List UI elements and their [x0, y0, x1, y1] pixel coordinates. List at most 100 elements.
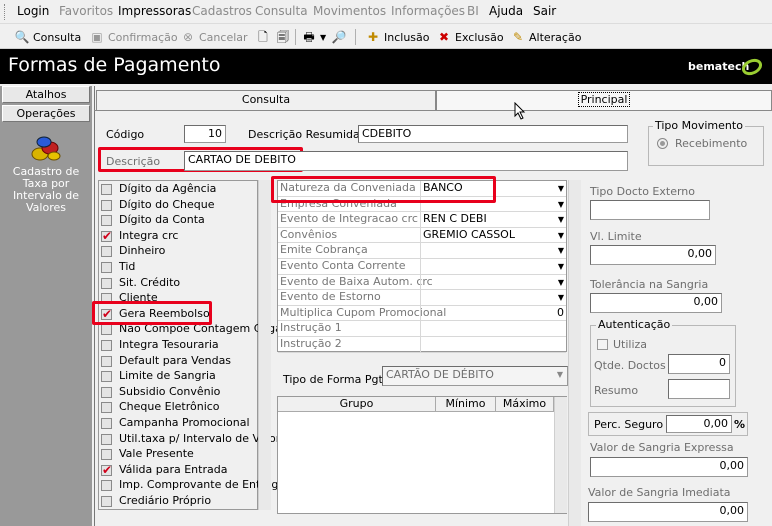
- exclusao-button[interactable]: ✖ Exclusão: [436, 28, 504, 46]
- property-row[interactable]: Instrução 2: [278, 337, 566, 353]
- chevron-down-icon[interactable]: ▼: [558, 262, 564, 271]
- sangria-expressa-input[interactable]: 0,00: [590, 457, 748, 477]
- chevron-down-icon[interactable]: ▼: [558, 231, 564, 240]
- qtde-doctos-input[interactable]: 0: [668, 354, 730, 374]
- chevron-down-icon[interactable]: ▼: [558, 278, 564, 287]
- checklist-item[interactable]: Sit. Crédito: [101, 276, 259, 291]
- vl-limite-input[interactable]: 0,00: [590, 245, 716, 265]
- new-document-button[interactable]: 🗋: [255, 28, 274, 46]
- codigo-input[interactable]: 10: [184, 125, 226, 143]
- checklist-item[interactable]: Integra crc: [101, 229, 259, 244]
- cancelar-button[interactable]: ⊗ Cancelar: [180, 28, 248, 46]
- property-value[interactable]: ▼: [420, 259, 566, 274]
- chevron-down-icon[interactable]: ▼: [558, 246, 564, 255]
- menu-movimentos[interactable]: Movimentos: [313, 4, 386, 18]
- alteracao-button[interactable]: ✎ Alteração: [510, 28, 581, 46]
- perc-seguro-input[interactable]: 0,00: [666, 415, 732, 433]
- checklist-item[interactable]: Default para Vendas: [101, 354, 259, 369]
- preview-button[interactable]: 🗐: [275, 28, 294, 46]
- tolerancia-input[interactable]: 0,00: [590, 293, 722, 313]
- table-header-minimo[interactable]: Mínimo: [436, 397, 496, 412]
- menu-ajuda[interactable]: Ajuda: [489, 4, 523, 18]
- sangria-imediata-input[interactable]: 0,00: [588, 502, 748, 522]
- search-list-button[interactable]: 🔎: [331, 28, 350, 46]
- checklist-item[interactable]: Dígito da Conta: [101, 213, 259, 228]
- table-header-grupo[interactable]: Grupo: [278, 397, 436, 412]
- property-row[interactable]: Evento de Estorno ▼: [278, 290, 566, 306]
- checkbox[interactable]: [101, 386, 112, 398]
- menu-informacoes[interactable]: Informações: [391, 4, 465, 18]
- checkbox[interactable]: [101, 229, 112, 243]
- checkbox[interactable]: [101, 449, 112, 461]
- property-value[interactable]: 0: [420, 305, 566, 321]
- property-value[interactable]: ▼: [420, 274, 566, 290]
- checkbox[interactable]: [101, 199, 112, 211]
- checkbox[interactable]: [101, 262, 112, 273]
- menu-sair[interactable]: Sair: [533, 4, 556, 18]
- checkbox[interactable]: [101, 340, 112, 351]
- checklist-item[interactable]: Dígito do Cheque: [101, 198, 259, 213]
- tipo-docto-input[interactable]: [590, 200, 710, 220]
- resumo-input[interactable]: [668, 379, 730, 399]
- checkbox[interactable]: [101, 371, 112, 383]
- checkbox[interactable]: [101, 324, 112, 336]
- table-scrollbar[interactable]: [554, 397, 567, 513]
- checklist-item[interactable]: Válida para Entrada: [101, 463, 259, 478]
- chevron-down-icon[interactable]: ▼: [558, 293, 564, 302]
- chevron-down-icon[interactable]: ▼: [558, 184, 564, 193]
- checkbox[interactable]: [101, 463, 112, 477]
- property-row[interactable]: Evento Conta Corrente ▼: [278, 259, 566, 275]
- descricao-input[interactable]: CARTAO DE DEBITO: [184, 151, 628, 171]
- checkbox[interactable]: [101, 418, 112, 429]
- property-value[interactable]: [420, 321, 566, 337]
- checkbox[interactable]: [101, 496, 112, 507]
- form-scrollbar[interactable]: [568, 180, 581, 526]
- checklist-item[interactable]: Tid: [101, 260, 259, 275]
- menu-consulta[interactable]: Consulta: [255, 4, 308, 18]
- property-row[interactable]: Emite Cobrança ▼: [278, 243, 566, 259]
- property-row[interactable]: Instrução 1: [278, 321, 566, 337]
- property-row[interactable]: Multiplica Cupom Promocional 0: [278, 305, 566, 322]
- checkbox[interactable]: [101, 402, 112, 414]
- checkbox[interactable]: [101, 246, 112, 258]
- tipo-forma-select[interactable]: CARTÃO DE DÉBITO ▼: [382, 366, 568, 386]
- checkbox[interactable]: [101, 215, 112, 227]
- property-value[interactable]: ▼: [420, 243, 566, 259]
- menu-login[interactable]: Login: [17, 4, 49, 18]
- consulta-button[interactable]: 🔍 Consulta: [14, 28, 82, 46]
- inclusao-button[interactable]: ✚ Inclusão: [365, 28, 430, 46]
- property-row[interactable]: Convênios GREMIO CASSOL ▼: [278, 227, 566, 244]
- menu-favoritos[interactable]: Favoritos: [59, 4, 113, 18]
- print-button[interactable]: 🖶 ▼: [301, 28, 326, 46]
- property-value[interactable]: [420, 337, 566, 352]
- checklist-scrollbar[interactable]: [258, 180, 271, 510]
- menu-cadastros[interactable]: Cadastros: [192, 4, 252, 18]
- menu-bi[interactable]: BI: [467, 4, 479, 18]
- chevron-down-icon[interactable]: ▼: [558, 215, 564, 224]
- checklist-item[interactable]: Campanha Promocional: [101, 416, 259, 431]
- checkbox[interactable]: [101, 433, 112, 445]
- tab-consulta[interactable]: Consulta: [96, 90, 436, 110]
- checklist-item[interactable]: Crediário Próprio: [101, 494, 259, 509]
- coins-icon[interactable]: [30, 134, 62, 164]
- checklist-item[interactable]: Dígito da Agência: [101, 182, 259, 197]
- checkbox[interactable]: [101, 355, 112, 367]
- property-row[interactable]: Evento de Integracao crc REN C DEBI ▼: [278, 212, 566, 228]
- checkbox[interactable]: [101, 277, 112, 289]
- property-value[interactable]: REN C DEBI ▼: [420, 212, 566, 228]
- desc-resumida-input[interactable]: CDEBITO: [358, 125, 628, 143]
- sidebar-tab-operacoes[interactable]: Operações: [2, 105, 90, 122]
- confirmacao-button[interactable]: ▣ Confirmação: [89, 28, 177, 46]
- checklist-item[interactable]: Limite de Sangria: [101, 369, 259, 384]
- property-row[interactable]: Evento de Baixa Autom. crc ▼: [278, 274, 566, 291]
- checklist-item[interactable]: Vale Presente: [101, 447, 259, 462]
- checklist-item[interactable]: Imp. Comprovante de Entrega: [101, 478, 285, 493]
- tab-principal[interactable]: Principal: [436, 90, 772, 110]
- checklist-item[interactable]: Subsidio Convênio: [101, 385, 259, 400]
- table-header-maximo[interactable]: Máximo: [496, 397, 554, 412]
- property-value[interactable]: ▼: [420, 290, 566, 306]
- sidebar-item-cadastro-taxa[interactable]: Cadastro de Taxa por Intervalo de Valore…: [2, 166, 90, 214]
- checklist-item[interactable]: Dinheiro: [101, 244, 259, 259]
- sidebar-tab-atalhos[interactable]: Atalhos: [2, 86, 90, 103]
- checklist-item[interactable]: Util.taxa p/ Intervalo de Valor.: [101, 432, 283, 447]
